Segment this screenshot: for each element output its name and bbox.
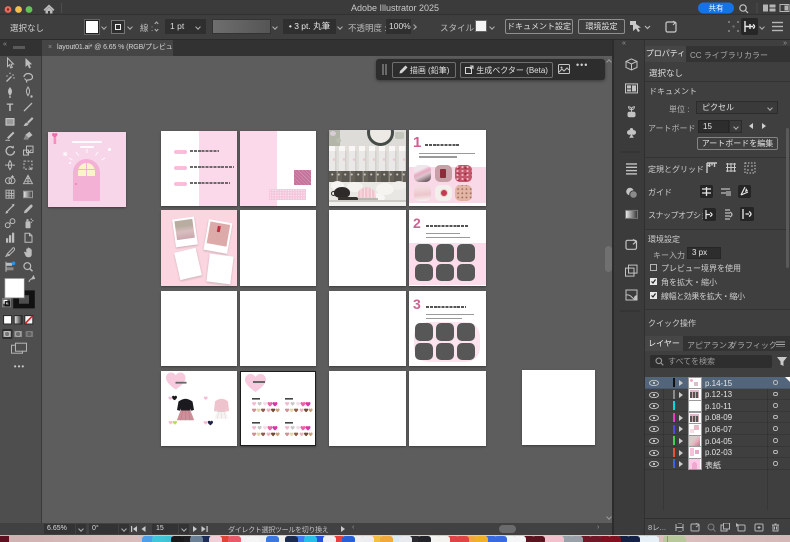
svg-text:«: « bbox=[622, 40, 626, 47]
svg-text:T: T bbox=[7, 102, 14, 114]
svg-text:Adobe Illustrator 2025: Adobe Illustrator 2025 bbox=[351, 3, 439, 13]
svg-text:•••: ••• bbox=[14, 362, 25, 371]
svg-text:共有: 共有 bbox=[709, 3, 724, 13]
